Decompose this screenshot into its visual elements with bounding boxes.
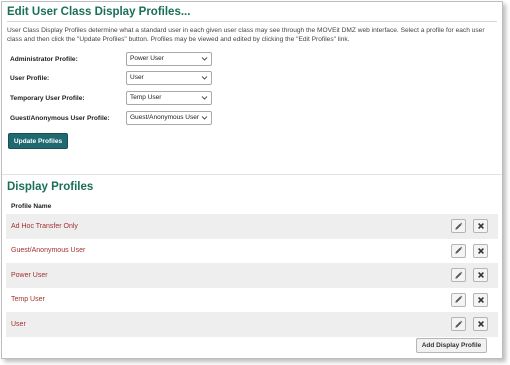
delete-profile-button[interactable] — [473, 317, 488, 331]
delete-profile-button[interactable] — [473, 243, 488, 258]
pencil-icon — [455, 246, 463, 254]
administrator-profile-select[interactable]: Power User — [126, 52, 212, 66]
add-display-profile-button[interactable]: Add Display Profile — [416, 338, 487, 353]
temporary-user-profile-label: Temporary User Profile: — [10, 94, 85, 102]
profile-name-link[interactable]: Guest/Anonymous User — [11, 247, 85, 254]
chevron-down-icon — [201, 73, 208, 88]
delete-profile-button[interactable] — [473, 219, 488, 233]
user-profile-label: User Profile: — [10, 74, 50, 82]
profile-name-link[interactable]: Temp User — [11, 296, 45, 303]
administrator-profile-value: Power User — [130, 55, 164, 62]
table-row: User — [6, 312, 498, 337]
edit-profile-button[interactable] — [451, 268, 466, 282]
description-text: User Class Display Profiles determine wh… — [7, 27, 485, 43]
delete-profile-button[interactable] — [473, 268, 488, 282]
guest-anonymous-profile-select[interactable]: Guest/Anonymous User — [126, 111, 212, 125]
profile-name-column-header: Profile Name — [11, 203, 52, 210]
edit-profile-button[interactable] — [451, 243, 466, 258]
edit-profile-button[interactable] — [451, 219, 466, 233]
close-icon — [477, 296, 484, 303]
table-row: Power User — [6, 263, 498, 288]
temporary-user-profile-select[interactable]: Temp User — [126, 91, 212, 105]
close-icon — [477, 223, 484, 229]
user-profile-select[interactable]: User — [126, 71, 212, 85]
table-row: Ad Hoc Transfer Only — [6, 214, 498, 239]
form-row-guest: Guest/Anonymous User Profile: Guest/Anon… — [10, 111, 220, 125]
update-profiles-button[interactable]: Update Profiles — [8, 133, 68, 149]
chevron-down-icon — [201, 113, 208, 128]
close-icon — [477, 321, 484, 327]
form-row-administrator: Administrator Profile: Power User — [10, 52, 220, 66]
pencil-icon — [455, 271, 463, 279]
administrator-profile-label: Administrator Profile: — [10, 55, 78, 63]
user-profile-value: User — [130, 74, 144, 81]
temporary-user-profile-value: Temp User — [130, 94, 162, 101]
section-divider — [2, 174, 502, 175]
edit-display-profiles-panel: Edit User Class Display Profiles... User… — [1, 1, 503, 359]
pencil-icon — [455, 295, 463, 303]
close-icon — [477, 272, 484, 278]
delete-profile-button[interactable] — [473, 292, 488, 307]
table-row: Guest/Anonymous User — [6, 239, 498, 264]
form-row-user: User Profile: User — [10, 71, 220, 85]
title-divider — [7, 21, 497, 22]
edit-profile-button[interactable] — [451, 292, 466, 307]
chevron-down-icon — [201, 93, 208, 108]
display-profiles-table: Ad Hoc Transfer Only Guest/Anonymous Use… — [6, 214, 498, 337]
table-row: Temp User — [6, 288, 498, 313]
form-row-temporary: Temporary User Profile: Temp User — [10, 91, 220, 105]
guest-anonymous-profile-label: Guest/Anonymous User Profile: — [10, 114, 110, 122]
close-icon — [477, 247, 484, 254]
page-title: Edit User Class Display Profiles... — [7, 6, 191, 18]
profile-name-link[interactable]: Power User — [11, 272, 48, 279]
edit-profile-button[interactable] — [451, 317, 466, 331]
guest-anonymous-profile-value: Guest/Anonymous User — [130, 114, 200, 121]
pencil-icon — [455, 222, 463, 230]
profile-name-link[interactable]: User — [11, 321, 26, 328]
chevron-down-icon — [201, 54, 208, 69]
profile-name-link[interactable]: Ad Hoc Transfer Only — [11, 223, 78, 230]
display-profiles-title: Display Profiles — [7, 181, 94, 193]
pencil-icon — [455, 320, 463, 328]
